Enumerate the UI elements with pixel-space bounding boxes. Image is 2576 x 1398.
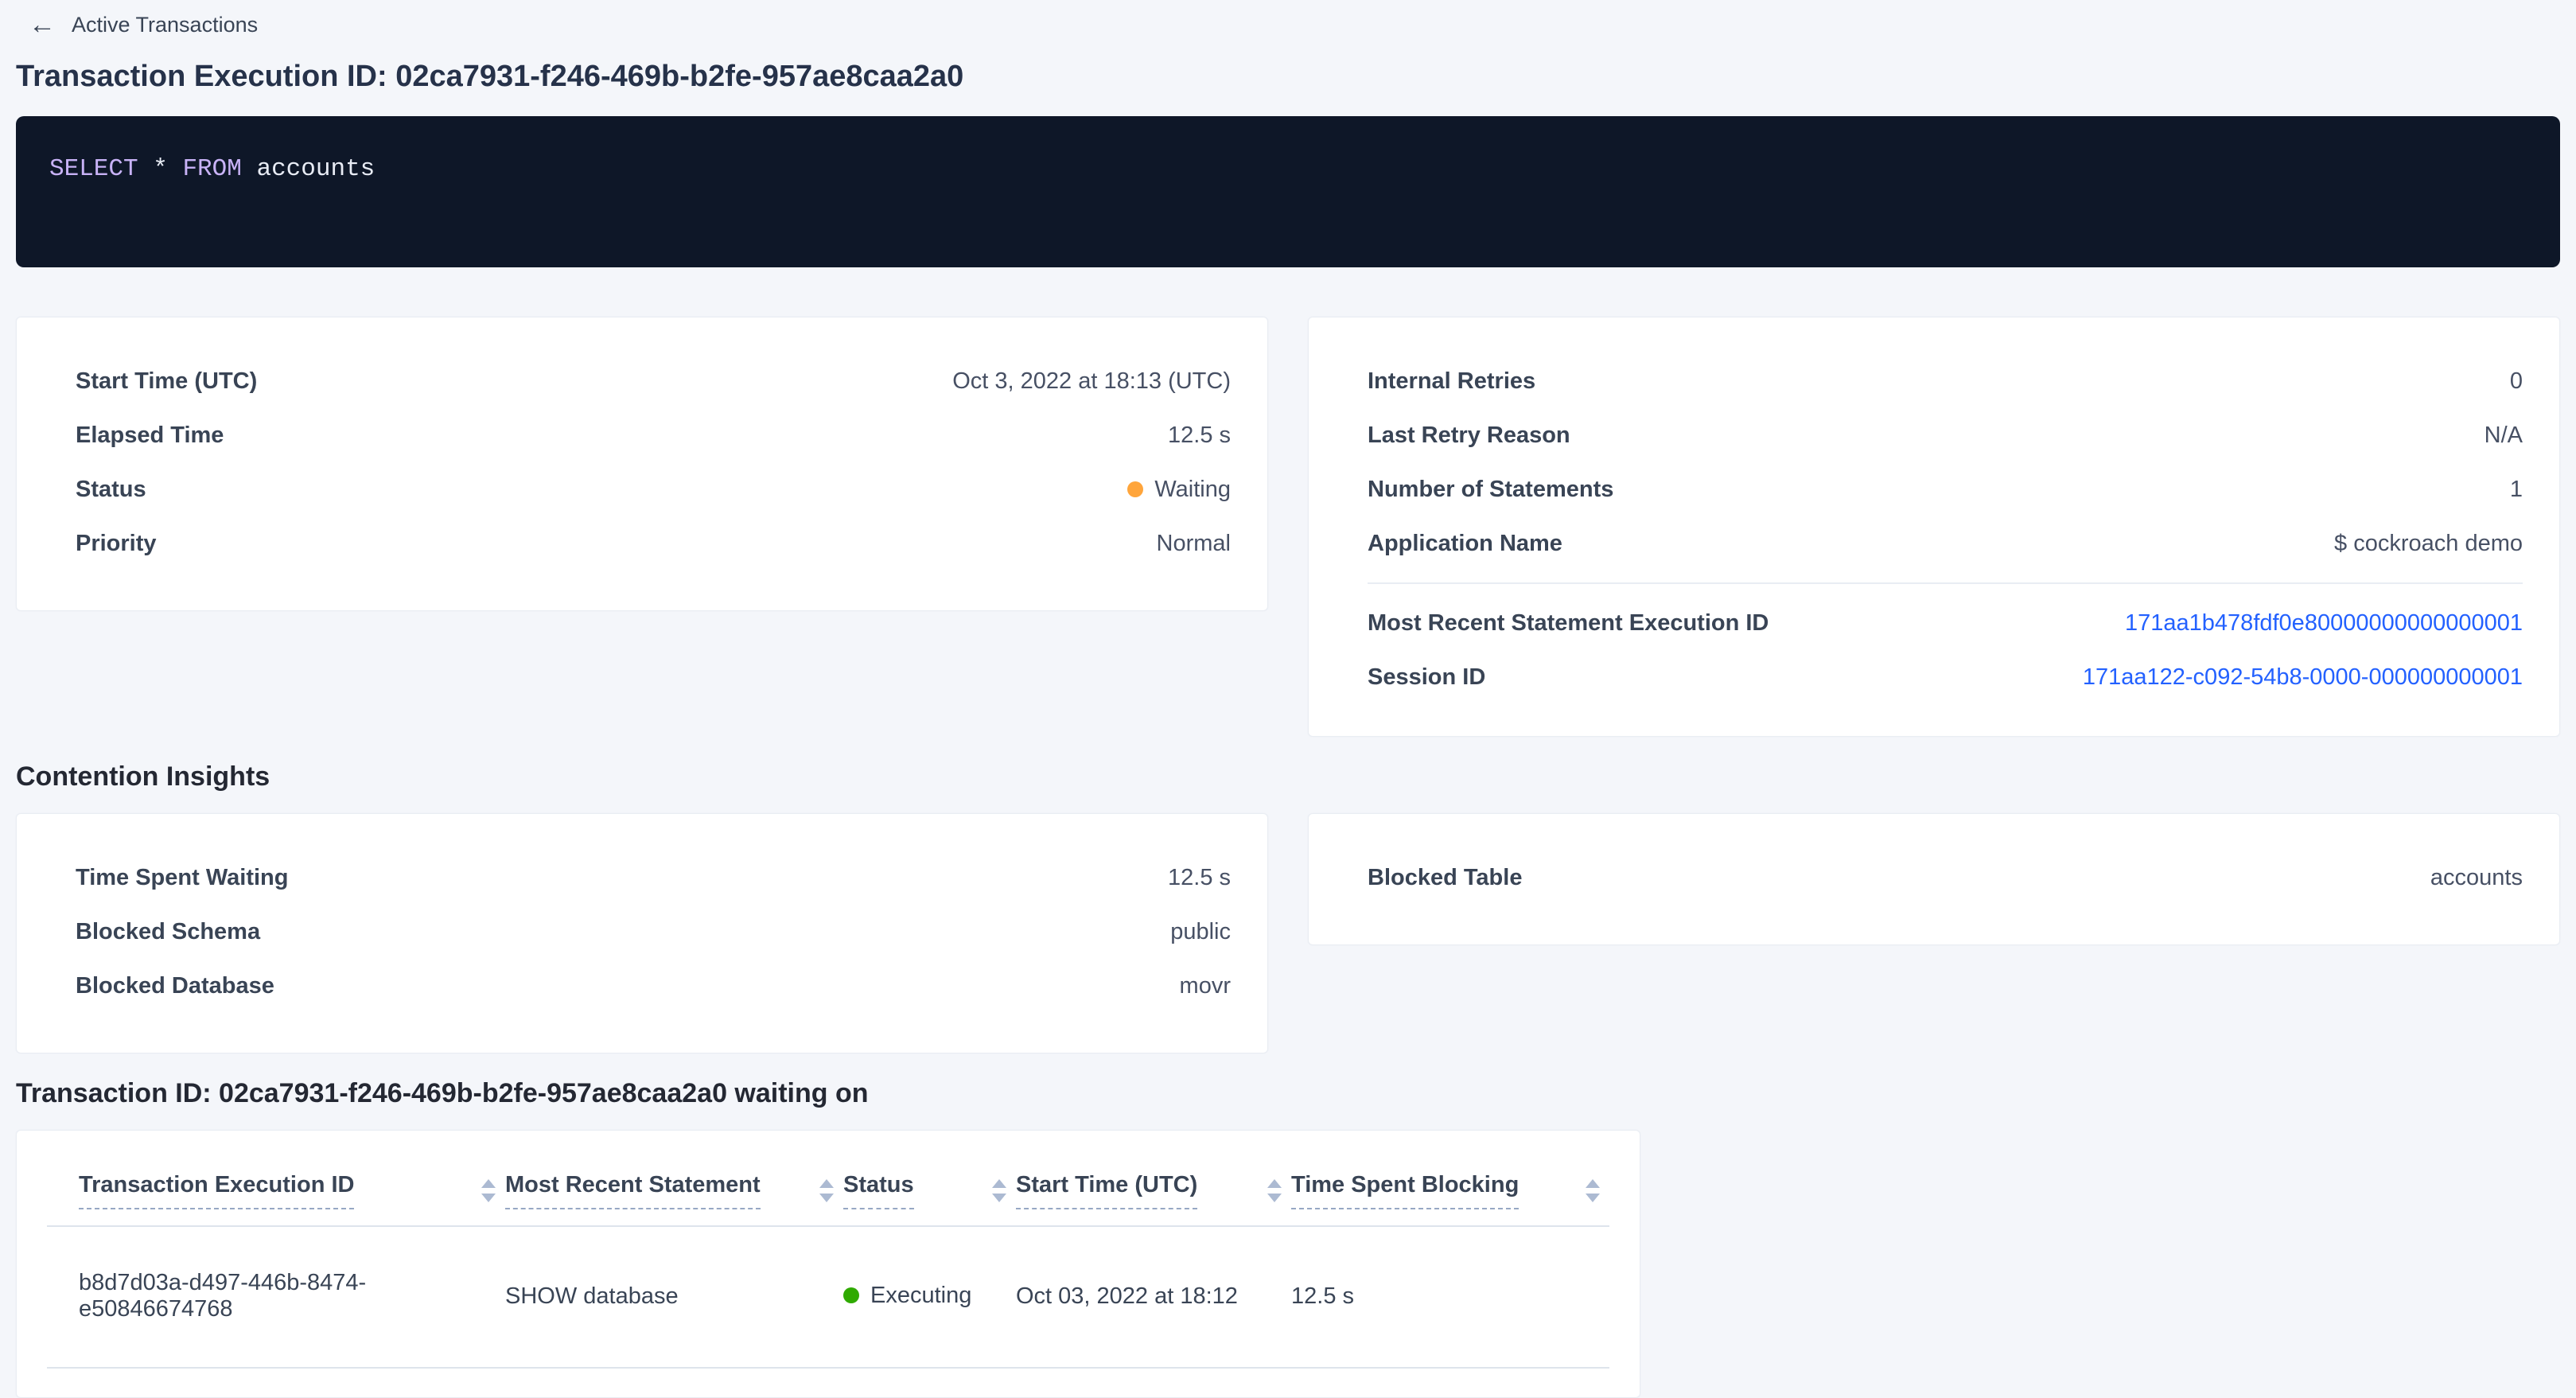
- start-time-value: Oct 3, 2022 at 18:13 (UTC): [952, 368, 1231, 395]
- sort-icon: [481, 1179, 496, 1202]
- column-header-start-time[interactable]: Start Time (UTC): [1016, 1151, 1291, 1226]
- waiting-on-heading: Transaction ID: 02ca7931-f246-469b-b2fe-…: [16, 1077, 2560, 1109]
- column-header-label: Transaction Execution ID: [79, 1172, 354, 1209]
- sort-icon: [1586, 1179, 1600, 1202]
- info-label: Session ID: [1368, 664, 1485, 691]
- cell-status: Executing: [843, 1226, 1016, 1368]
- info-row-priority: Priority Normal: [76, 516, 1231, 570]
- blocked-table-value: accounts: [2430, 865, 2523, 891]
- waiting-on-table-card: Transaction Execution ID Most Recent Sta…: [16, 1130, 1640, 1398]
- waiting-on-table: Transaction Execution ID Most Recent Sta…: [47, 1151, 1609, 1369]
- info-label: Priority: [76, 531, 157, 557]
- table-row: b8d7d03a-d497-446b-8474-e50846674768 SHO…: [47, 1226, 1609, 1368]
- page-title: Transaction Execution ID: 02ca7931-f246-…: [16, 59, 2560, 94]
- column-header-label: Status: [843, 1172, 914, 1209]
- priority-value: Normal: [1157, 531, 1231, 557]
- status-value: Waiting: [1127, 477, 1231, 503]
- info-row-number-of-statements: Number of Statements 1: [1368, 462, 2523, 516]
- status-executing-dot-icon: [843, 1287, 859, 1303]
- info-row-statement-execution-id: Most Recent Statement Execution ID 171aa…: [1368, 596, 2523, 650]
- sql-text: *: [138, 155, 183, 183]
- info-row-blocked-schema: Blocked Schema public: [76, 905, 1231, 959]
- column-header-transaction-execution-id[interactable]: Transaction Execution ID: [47, 1151, 505, 1226]
- sql-statement-box: SELECT * FROM accounts: [16, 116, 2560, 267]
- card-divider: [1368, 582, 2523, 584]
- contention-insights-heading: Contention Insights: [16, 761, 2560, 792]
- info-label: Number of Statements: [1368, 477, 1613, 503]
- table-header-row: Transaction Execution ID Most Recent Sta…: [47, 1151, 1609, 1226]
- sort-icon: [1267, 1179, 1282, 1202]
- column-header-time-spent-blocking[interactable]: Time Spent Blocking: [1291, 1151, 1609, 1226]
- info-label: Time Spent Waiting: [76, 865, 288, 891]
- time-spent-waiting-value: 12.5 s: [1168, 865, 1231, 891]
- blocked-database-value: movr: [1180, 973, 1231, 999]
- summary-card-left: Start Time (UTC) Oct 3, 2022 at 18:13 (U…: [16, 317, 1268, 611]
- info-row-session-id: Session ID 171aa122-c092-54b8-0000-00000…: [1368, 650, 2523, 704]
- info-row-status: Status Waiting: [76, 462, 1231, 516]
- summary-card-right: Internal Retries 0 Last Retry Reason N/A…: [1308, 317, 2560, 737]
- statement-execution-id-link[interactable]: 171aa1b478fdf0e80000000000000001: [2125, 610, 2523, 637]
- cell-most-recent-statement: SHOW database: [505, 1226, 843, 1368]
- application-name-value: $ cockroach demo: [2334, 531, 2523, 557]
- last-retry-reason-value: N/A: [2485, 423, 2523, 449]
- info-label: Elapsed Time: [76, 423, 224, 449]
- sort-icon: [992, 1179, 1006, 1202]
- cell-time-spent-blocking: 12.5 s: [1291, 1226, 1609, 1368]
- blocked-schema-value: public: [1170, 919, 1231, 945]
- number-of-statements-value: 1: [2510, 477, 2523, 503]
- internal-retries-value: 0: [2510, 368, 2523, 395]
- info-label: Most Recent Statement Execution ID: [1368, 610, 1769, 637]
- status-waiting-dot-icon: [1127, 481, 1143, 497]
- cell-transaction-execution-id: b8d7d03a-d497-446b-8474-e50846674768: [47, 1226, 505, 1368]
- info-label: Start Time (UTC): [76, 368, 257, 395]
- column-header-status[interactable]: Status: [843, 1151, 1016, 1226]
- info-row-blocked-database: Blocked Database movr: [76, 959, 1231, 1013]
- info-row-start-time: Start Time (UTC) Oct 3, 2022 at 18:13 (U…: [76, 354, 1231, 408]
- sort-icon: [819, 1179, 834, 1202]
- info-row-elapsed-time: Elapsed Time 12.5 s: [76, 408, 1231, 462]
- contention-card-left: Time Spent Waiting 12.5 s Blocked Schema…: [16, 813, 1268, 1053]
- info-row-time-spent-waiting: Time Spent Waiting 12.5 s: [76, 851, 1231, 905]
- info-row-blocked-table: Blocked Table accounts: [1368, 851, 2523, 905]
- sql-keyword: FROM: [182, 155, 241, 183]
- info-label: Blocked Table: [1368, 865, 1522, 891]
- contention-section: Time Spent Waiting 12.5 s Blocked Schema…: [16, 813, 2560, 1053]
- status-text: Executing: [870, 1283, 971, 1309]
- column-header-label: Time Spent Blocking: [1291, 1172, 1519, 1209]
- sql-statement: SELECT * FROM accounts: [49, 154, 2527, 185]
- sql-table-name: accounts: [242, 155, 375, 183]
- column-header-label: Start Time (UTC): [1016, 1172, 1197, 1209]
- info-label: Blocked Database: [76, 973, 274, 999]
- column-header-label: Most Recent Statement: [505, 1172, 761, 1209]
- info-label: Internal Retries: [1368, 368, 1535, 395]
- status-text: Waiting: [1154, 477, 1231, 503]
- sql-keyword: SELECT: [49, 155, 138, 183]
- info-label: Status: [76, 477, 146, 503]
- contention-card-right: Blocked Table accounts: [1308, 813, 2560, 945]
- elapsed-time-value: 12.5 s: [1168, 423, 1231, 449]
- info-row-last-retry-reason: Last Retry Reason N/A: [1368, 408, 2523, 462]
- info-label: Last Retry Reason: [1368, 423, 1570, 449]
- back-to-active-transactions-link[interactable]: ← Active Transactions: [29, 10, 258, 40]
- cell-start-time: Oct 03, 2022 at 18:12: [1016, 1226, 1291, 1368]
- back-link-label: Active Transactions: [72, 13, 258, 37]
- column-header-most-recent-statement[interactable]: Most Recent Statement: [505, 1151, 843, 1226]
- info-row-application-name: Application Name $ cockroach demo: [1368, 516, 2523, 570]
- session-id-link[interactable]: 171aa122-c092-54b8-0000-000000000001: [2083, 664, 2523, 691]
- info-row-internal-retries: Internal Retries 0: [1368, 354, 2523, 408]
- info-label: Application Name: [1368, 531, 1562, 557]
- page: ← Active Transactions Transaction Execut…: [0, 0, 2576, 1398]
- arrow-left-icon: ←: [29, 11, 56, 38]
- summary-section: Start Time (UTC) Oct 3, 2022 at 18:13 (U…: [16, 317, 2560, 737]
- info-label: Blocked Schema: [76, 919, 260, 945]
